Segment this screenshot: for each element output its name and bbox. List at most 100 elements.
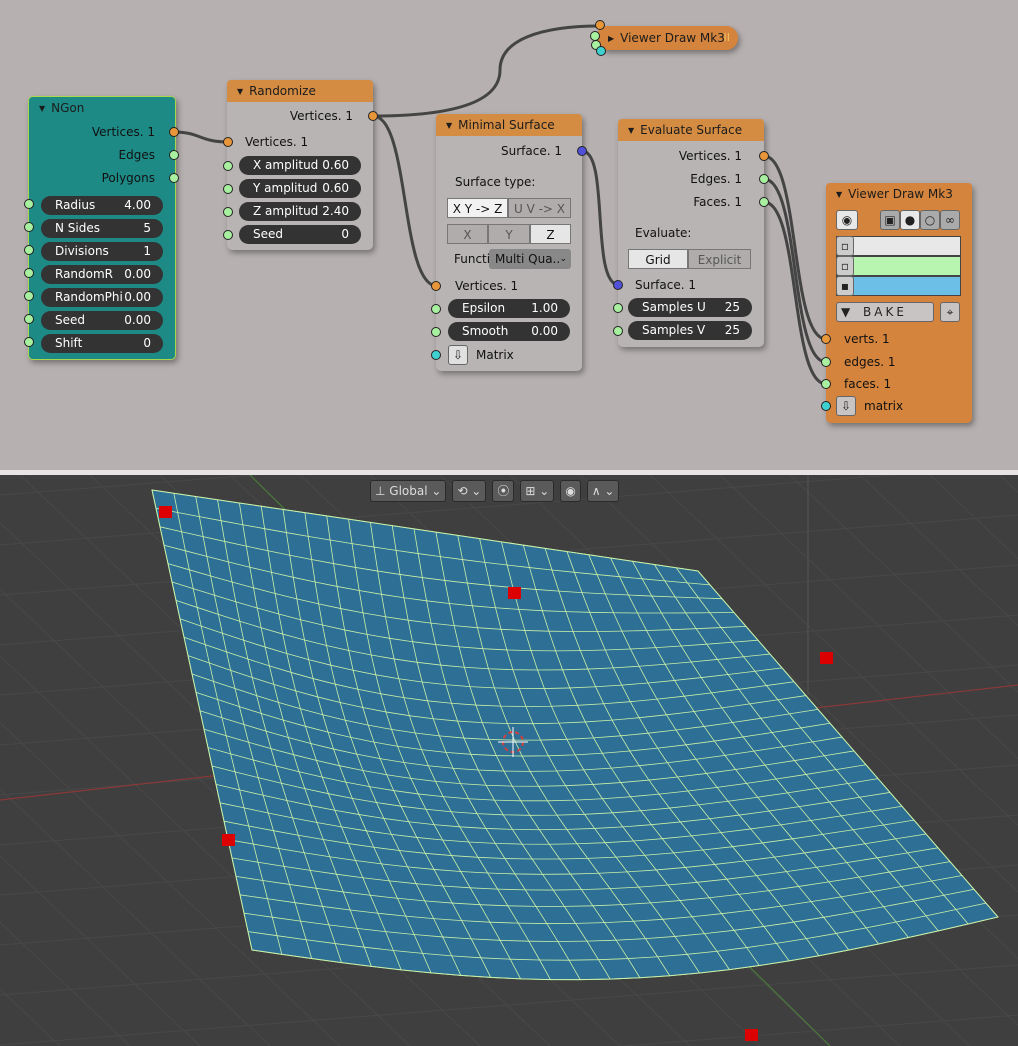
x-amplitude-field[interactable]: X amplitud 0.60 xyxy=(239,156,361,175)
snap-toggle[interactable]: ⦿ xyxy=(492,480,515,502)
ngon-node-header[interactable]: ▼ NGon xyxy=(29,97,175,119)
collapse-triangle-icon[interactable]: ▼ xyxy=(836,190,842,199)
surface-type-xy-z[interactable]: X Y -> Z xyxy=(447,198,508,218)
cube-icon[interactable]: ▣ xyxy=(880,210,900,230)
divisions-field[interactable]: Divisions 1 xyxy=(41,242,163,261)
ngon-shift-socket[interactable] xyxy=(24,337,34,347)
snap-target-dropdown[interactable]: ⊞ ⌄ xyxy=(520,480,555,502)
3d-viewport[interactable]: ⊥ Global ⌄ ⟲ ⌄ ⦿ ⊞ ⌄ ◉ ∧ ⌄ xyxy=(0,475,1018,1046)
collapse-triangle-icon[interactable]: ▼ xyxy=(446,121,452,130)
minimal-surface-vertices-socket[interactable] xyxy=(431,281,441,291)
y-amplitude-field[interactable]: Y amplitud 0.60 xyxy=(239,179,361,198)
minimal-surface-header[interactable]: ▼ Minimal Surface xyxy=(436,114,582,136)
minimal-surface-output-socket[interactable] xyxy=(577,146,587,156)
ngon-polygons-socket[interactable] xyxy=(169,173,179,183)
randomize-input-socket[interactable] xyxy=(223,137,233,147)
viewer-right-matrix-socket[interactable] xyxy=(821,401,831,411)
minimal-surface-node[interactable]: ▼ Minimal Surface Surface. 1 Surface type… xyxy=(436,114,582,371)
randomize-node-header[interactable]: ▼ Randomize xyxy=(227,80,373,102)
vertex-toggle-icon[interactable]: ▫ xyxy=(836,236,854,256)
mode-explicit-button[interactable]: Explicit xyxy=(688,249,751,269)
evaluate-vertices-socket[interactable] xyxy=(759,151,769,161)
viewer-right-edges-socket[interactable] xyxy=(821,357,831,367)
evaluate-surface-node[interactable]: ▼ Evaluate Surface Vertices. 1 Edges. 1 F… xyxy=(618,119,764,347)
axis-y-button[interactable]: Y xyxy=(488,224,530,244)
evaluate-surface-header[interactable]: ▼ Evaluate Surface xyxy=(618,119,764,141)
function-dropdown[interactable]: Multi Qua.. ⌄ xyxy=(489,249,571,269)
orientation-dropdown[interactable]: ⊥ Global ⌄ xyxy=(370,480,447,502)
eye-icon[interactable]: ◉ xyxy=(836,210,858,230)
edge-color-swatch[interactable] xyxy=(836,256,961,276)
ngon-divisions-socket[interactable] xyxy=(24,245,34,255)
z-amplitude-field[interactable]: Z amplitud 2.40 xyxy=(239,202,361,221)
randomize-node[interactable]: ▼ Randomize Vertices. 1 Vertices. 1 X amp… xyxy=(227,80,373,250)
randomize-z-socket[interactable] xyxy=(223,207,233,217)
collapse-triangle-icon[interactable]: ▼ xyxy=(237,87,243,96)
randomize-y-socket[interactable] xyxy=(223,184,233,194)
face-toggle-icon[interactable]: ▪ xyxy=(836,276,854,296)
bake-button[interactable]: ▼ BAKE xyxy=(836,302,934,322)
matrix-icon[interactable]: ⇩ xyxy=(448,345,468,365)
randomphi-field[interactable]: RandomPhi 0.00 xyxy=(41,288,163,307)
evaluate-samples-u-socket[interactable] xyxy=(613,303,623,313)
ngon-vertices-socket[interactable] xyxy=(169,127,179,137)
proportional-edit-toggle[interactable]: ◉ xyxy=(560,480,581,502)
collapse-triangle-icon[interactable]: ▼ xyxy=(39,104,45,113)
edge-toggle-icon[interactable]: ▫ xyxy=(836,256,854,276)
ring-icon[interactable]: ○ xyxy=(920,210,940,230)
evaluate-surface-input-socket[interactable] xyxy=(613,280,623,290)
ngon-edges-socket[interactable] xyxy=(169,150,179,160)
viewer-top-matrix-socket[interactable] xyxy=(596,46,606,56)
axis-x-button[interactable]: X xyxy=(447,224,488,244)
minimal-surface-smooth-socket[interactable] xyxy=(431,327,441,337)
minimal-surface-epsilon-socket[interactable] xyxy=(431,304,441,314)
face-color-swatch[interactable] xyxy=(836,276,961,296)
viewer-top-verts-socket[interactable] xyxy=(595,20,605,30)
viewer-draw-right-node[interactable]: ▼ Viewer Draw Mk3 ◉ ▣ ● ○ ∞ ▫ ▫ ▪ ▼ BAKE ⌖… xyxy=(826,183,972,423)
ngon-randomphi-socket[interactable] xyxy=(24,291,34,301)
randomize-x-socket[interactable] xyxy=(223,161,233,171)
matrix-icon[interactable]: ⇩ xyxy=(836,396,856,416)
minimal-surface-matrix-socket[interactable] xyxy=(431,350,441,360)
link-icon[interactable]: ∞ xyxy=(940,210,960,230)
smooth-field[interactable]: Smooth 0.00 xyxy=(448,322,570,341)
seed-field[interactable]: Seed 0 xyxy=(239,225,361,244)
viewer-right-faces-socket[interactable] xyxy=(821,379,831,389)
mode-grid-button[interactable]: Grid xyxy=(628,249,688,269)
viewer-right-verts-socket[interactable] xyxy=(821,334,831,344)
expand-triangle-icon[interactable]: ▶ xyxy=(608,34,614,43)
pivot-point-dropdown[interactable]: ⟲ ⌄ xyxy=(452,480,487,502)
input-matrix: matrix xyxy=(864,399,904,413)
proportional-falloff-dropdown[interactable]: ∧ ⌄ xyxy=(586,480,620,502)
surface-type-uv-x[interactable]: U V -> X .. xyxy=(508,198,571,236)
ngon-randomr-socket[interactable] xyxy=(24,268,34,278)
seed-field[interactable]: Seed 0.00 xyxy=(41,311,163,330)
evaluate-edges-socket[interactable] xyxy=(759,174,769,184)
viewer-draw-right-header[interactable]: ▼ Viewer Draw Mk3 xyxy=(826,183,972,205)
randomize-output-socket[interactable] xyxy=(368,111,378,121)
vertex-color-swatch[interactable] xyxy=(836,236,961,256)
evaluate-samples-v-socket[interactable] xyxy=(613,326,623,336)
target-icon[interactable]: ⌖ xyxy=(940,302,960,322)
collapse-triangle-icon[interactable]: ▼ xyxy=(628,126,634,135)
samples-u-field[interactable]: Samples U 25 xyxy=(628,298,752,317)
randomr-field[interactable]: RandomR 0.00 xyxy=(41,265,163,284)
sphere-icon[interactable]: ● xyxy=(900,210,920,230)
pause-icon[interactable]: II xyxy=(724,26,731,50)
epsilon-field[interactable]: Epsilon 1.00 xyxy=(448,299,570,318)
samples-v-field[interactable]: Samples V 25 xyxy=(628,321,752,340)
ngon-nsides-socket[interactable] xyxy=(24,222,34,232)
viewer-draw-top-node[interactable]: ▶ Viewer Draw Mk3 II xyxy=(596,26,738,50)
evaluate-faces-socket[interactable] xyxy=(759,197,769,207)
randomize-seed-socket[interactable] xyxy=(223,230,233,240)
viewer-draw-top-header[interactable]: ▶ Viewer Draw Mk3 II xyxy=(596,26,738,50)
axis-z-button[interactable]: Z xyxy=(530,224,571,244)
ngon-seed-socket[interactable] xyxy=(24,314,34,324)
shift-field[interactable]: Shift 0 xyxy=(41,334,163,353)
ngon-node[interactable]: ▼ NGon Vertices. 1 Edges Polygons Radius 4… xyxy=(28,96,176,360)
nsides-field[interactable]: N Sides 5 xyxy=(41,219,163,238)
ngon-radius-socket[interactable] xyxy=(24,199,34,209)
radius-field[interactable]: Radius 4.00 xyxy=(41,196,163,215)
node-editor[interactable]: ▼ NGon Vertices. 1 Edges Polygons Radius 4… xyxy=(0,0,1018,470)
field-label: N Sides xyxy=(55,221,100,235)
